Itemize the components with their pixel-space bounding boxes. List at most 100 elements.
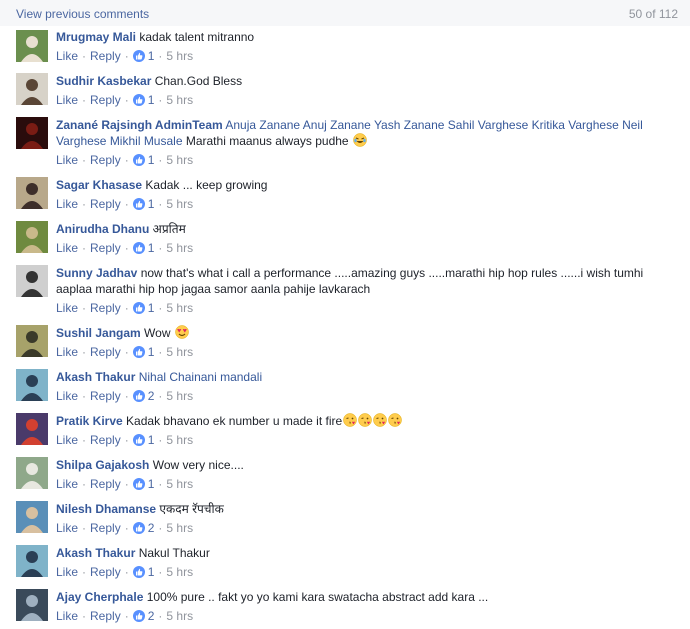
reply-button[interactable]: Reply [90,93,121,107]
like-button[interactable]: Like [56,477,78,491]
comment-timestamp[interactable]: 5 hrs [166,197,193,211]
comment-author[interactable]: Sushil Jangam [56,326,141,340]
like-button[interactable]: Like [56,565,78,579]
reply-button[interactable]: Reply [90,565,121,579]
like-reaction-icon[interactable] [132,94,145,106]
comment-count: 50 of 112 [628,7,678,21]
comment-author[interactable]: Pratik Kirve [56,414,123,428]
avatar[interactable] [16,177,48,209]
avatar[interactable] [16,369,48,401]
like-button[interactable]: Like [56,389,78,403]
comment-author[interactable]: Ajay Cherphale [56,590,143,604]
like-reaction-icon[interactable] [132,346,145,358]
comment-author[interactable]: Akash Thakur [56,546,135,560]
comment-text[interactable]: Nihal Chainani mandali [139,370,262,384]
comment-timestamp[interactable]: 5 hrs [166,565,193,579]
reply-button[interactable]: Reply [90,197,121,211]
avatar[interactable] [16,457,48,489]
comment-timestamp[interactable]: 5 hrs [166,521,193,535]
comment-author[interactable]: Sudhir Kasbekar [56,74,151,88]
comment: Akash Thakur Nakul Thakur Like · Reply · 1 · 5 … [0,541,690,585]
like-button[interactable]: Like [56,521,78,535]
comment-text: एकदम रॅपचीक [159,502,224,516]
like-button[interactable]: Like [56,93,78,107]
like-reaction-icon[interactable] [132,522,145,534]
like-reaction-icon[interactable] [132,478,145,490]
comment-author[interactable]: Zanané Rajsingh AdminTeam [56,118,223,132]
avatar[interactable] [16,265,48,297]
like-reaction-icon[interactable] [132,154,145,166]
reply-button[interactable]: Reply [90,521,121,535]
comment-body: Pratik Kirve Kadak bhavano ek number u m… [56,413,690,429]
comment-author[interactable]: Sunny Jadhav [56,266,137,280]
reply-button[interactable]: Reply [90,433,121,447]
like-reaction-icon[interactable] [132,50,145,62]
separator: · [158,301,163,315]
comment-body: Sudhir Kasbekar Chan.God Bless [56,73,690,89]
view-previous-comments-link[interactable]: View previous comments [16,7,149,21]
like-reaction-icon[interactable] [132,302,145,314]
separator: · [158,477,163,491]
comment-author[interactable]: Shilpa Gajakosh [56,458,149,472]
like-reaction-icon[interactable] [132,198,145,210]
separator: · [124,49,129,63]
avatar[interactable] [16,501,48,533]
like-button[interactable]: Like [56,433,78,447]
separator: · [82,477,87,491]
comment-author[interactable]: Sagar Khasase [56,178,142,192]
like-button[interactable]: Like [56,301,78,315]
avatar[interactable] [16,545,48,577]
comment-timestamp[interactable]: 5 hrs [166,301,193,315]
avatar[interactable] [16,73,48,105]
like-reaction-icon[interactable] [132,610,145,622]
comment-author[interactable]: Nilesh Dhamanse [56,502,156,516]
like-button[interactable]: Like [56,49,78,63]
comment-timestamp[interactable]: 5 hrs [166,389,193,403]
avatar[interactable] [16,30,48,62]
like-button[interactable]: Like [56,241,78,255]
comment-timestamp[interactable]: 5 hrs [166,433,193,447]
reply-button[interactable]: Reply [90,301,121,315]
reply-button[interactable]: Reply [90,609,121,623]
separator: · [82,565,87,579]
separator: · [82,197,87,211]
comment-author[interactable]: Akash Thakur [56,370,135,384]
like-reaction-icon[interactable] [132,390,145,402]
laughing-emoji-icon [353,133,367,147]
comment-author[interactable]: Anirudha Dhanu [56,222,149,236]
reply-button[interactable]: Reply [90,241,121,255]
like-button[interactable]: Like [56,153,78,167]
comment-timestamp[interactable]: 5 hrs [166,609,193,623]
comment-body: Akash Thakur Nakul Thakur [56,545,690,561]
avatar[interactable] [16,117,48,149]
reply-button[interactable]: Reply [90,477,121,491]
separator: · [82,301,87,315]
like-reaction-icon[interactable] [132,434,145,446]
reply-button[interactable]: Reply [90,345,121,359]
comment-timestamp[interactable]: 5 hrs [166,49,193,63]
like-button[interactable]: Like [56,345,78,359]
like-reaction-icon[interactable] [132,242,145,254]
reply-button[interactable]: Reply [90,153,121,167]
comment-timestamp[interactable]: 5 hrs [166,241,193,255]
comment-text: अप्रतिम [152,222,186,236]
comment: Nilesh Dhamanse एकदम रॅपचीक Like · Reply · 2 ·… [0,497,690,541]
like-reaction-icon[interactable] [132,566,145,578]
avatar[interactable] [16,413,48,445]
reply-button[interactable]: Reply [90,389,121,403]
comment-timestamp[interactable]: 5 hrs [166,345,193,359]
comment-body: Sushil Jangam Wow [56,325,690,341]
avatar[interactable] [16,221,48,253]
comment-timestamp[interactable]: 5 hrs [166,477,193,491]
separator: · [124,521,129,535]
avatar[interactable] [16,325,48,357]
comment: Mrugmay Mali kadak talent mitranno Like · R… [0,26,690,69]
like-button[interactable]: Like [56,609,78,623]
comment-timestamp[interactable]: 5 hrs [166,153,193,167]
comment-text: 100% pure .. fakt yo yo kami kara swatac… [146,590,489,604]
comment-timestamp[interactable]: 5 hrs [166,93,193,107]
reply-button[interactable]: Reply [90,49,121,63]
comment-author[interactable]: Mrugmay Mali [56,30,136,44]
like-button[interactable]: Like [56,197,78,211]
separator: · [124,345,129,359]
